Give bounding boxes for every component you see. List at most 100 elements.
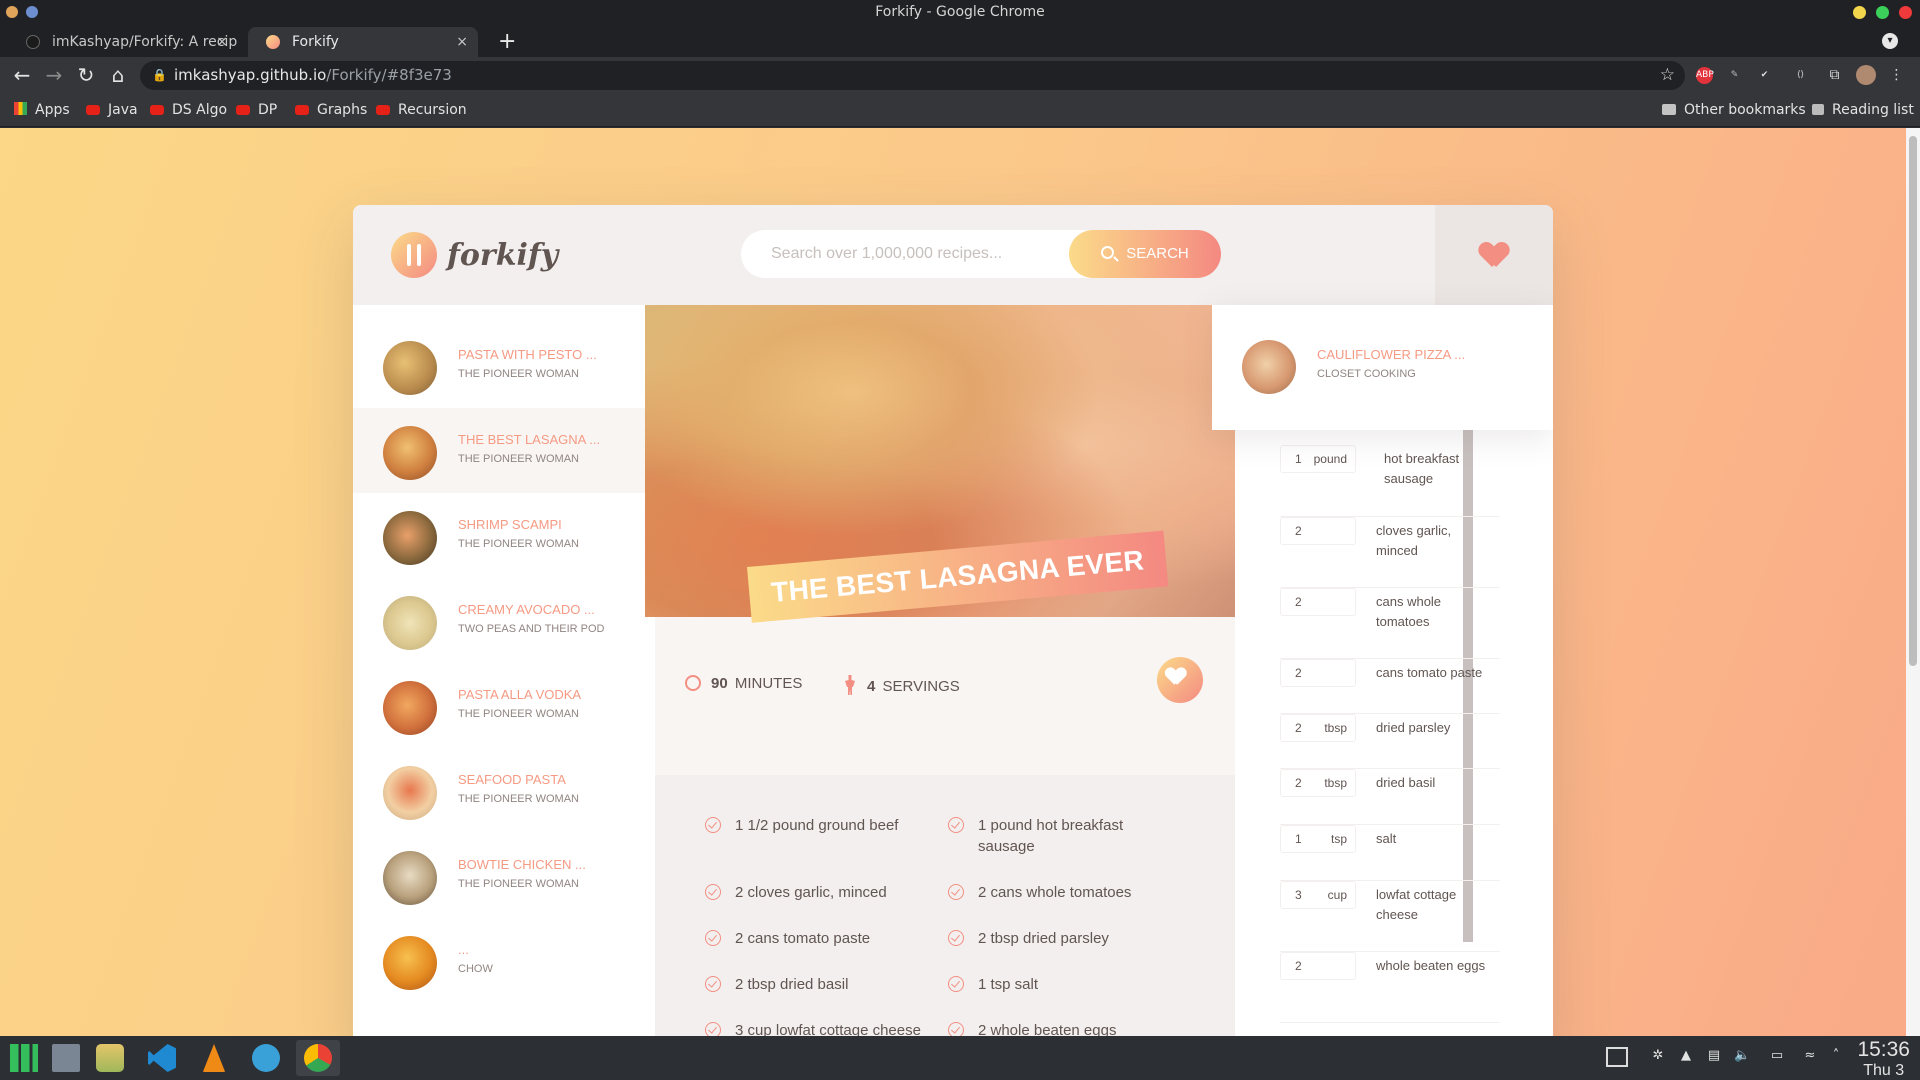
- volume-icon[interactable]: 🔈: [1734, 1048, 1750, 1064]
- extension-icon[interactable]: ⟨⟩: [1792, 67, 1809, 84]
- bookmark-star-icon[interactable]: ☆: [1660, 61, 1675, 90]
- tab-label: imKashyap/Forkify: A recipe a: [52, 34, 238, 50]
- tab-search-icon[interactable]: ▾: [1882, 33, 1898, 49]
- result-item[interactable]: PASTA WITH PESTO ... THE PIONEER WOMAN: [353, 323, 655, 408]
- pen-extension-icon[interactable]: ✎: [1726, 67, 1743, 84]
- result-item[interactable]: CREAMY AVOCADO ... TWO PEAS AND THEIR PO…: [353, 578, 655, 663]
- page-viewport: forkify SEARCH PASTA WITH PESTO ... THE …: [0, 128, 1920, 1036]
- shopping-count-input[interactable]: 2: [1280, 659, 1356, 687]
- result-item[interactable]: SEAFOOD PASTA THE PIONEER WOMAN: [353, 748, 655, 833]
- new-tab-button[interactable]: +: [498, 29, 516, 55]
- maximize-button[interactable]: [1876, 6, 1889, 19]
- heart-icon: [1480, 243, 1508, 269]
- browser-toolbar: ← → ↻ ⌂ 🔒 imkashyap.github.io/Forkify/#8…: [0, 57, 1920, 93]
- notifications-icon[interactable]: ✲: [1650, 1048, 1666, 1064]
- logo[interactable]: forkify: [391, 232, 558, 278]
- taskbar-vlc[interactable]: [192, 1040, 236, 1076]
- tab-github[interactable]: imKashyap/Forkify: A recipe a ×: [8, 27, 238, 57]
- home-icon[interactable]: ⌂: [106, 63, 130, 87]
- bookmark-thumbnail: [1242, 340, 1296, 394]
- result-title: BOWTIE CHICKEN ...: [458, 857, 586, 872]
- bookmarks-button[interactable]: [1435, 205, 1553, 305]
- github-icon: [26, 35, 40, 49]
- ingredient-item: 2 cloves garlic, minced: [705, 882, 925, 903]
- check-icon: [948, 930, 964, 946]
- wifi-icon[interactable]: ≈: [1802, 1048, 1818, 1064]
- check-icon: [705, 817, 721, 833]
- ingredient-item: 2 whole beaten eggs: [948, 1020, 1168, 1036]
- page-scrollbar[interactable]: [1906, 128, 1920, 1036]
- shopping-count-input[interactable]: 3 cup: [1280, 881, 1356, 909]
- tab-close-icon[interactable]: ×: [456, 27, 468, 57]
- browser-menu-icon[interactable]: ⋮: [1888, 67, 1905, 84]
- show-desktop-icon[interactable]: [1606, 1047, 1628, 1067]
- shopping-item: 2 cans whole tomatoes: [1280, 588, 1500, 659]
- bookmark-dp[interactable]: DP: [236, 101, 277, 119]
- bookmark-ds-algo[interactable]: DS Algo: [150, 101, 227, 119]
- like-recipe-button[interactable]: [1157, 657, 1203, 703]
- youtube-icon: [236, 105, 250, 115]
- tray-expand-icon[interactable]: ˄: [1828, 1048, 1844, 1064]
- shopping-item: 1 pound hot breakfast sausage: [1280, 445, 1500, 517]
- shopping-item-desc: cans whole tomatoes: [1376, 594, 1442, 629]
- other-bookmarks[interactable]: Other bookmarks: [1662, 101, 1806, 119]
- search-input[interactable]: [771, 242, 1071, 266]
- search-button[interactable]: SEARCH: [1069, 230, 1221, 278]
- result-item[interactable]: THE BEST LASAGNA ... THE PIONEER WOMAN: [353, 408, 655, 493]
- check-icon: [705, 976, 721, 992]
- result-item[interactable]: ... CHOW: [353, 918, 655, 1003]
- result-publisher: THE PIONEER WOMAN: [458, 878, 580, 890]
- apps-grid-icon: [14, 102, 27, 115]
- extension-icon[interactable]: ✔: [1756, 67, 1773, 84]
- clipboard-icon[interactable]: ▤: [1706, 1048, 1722, 1064]
- shopping-count-input[interactable]: 1 tsp: [1280, 825, 1356, 853]
- youtube-icon: [295, 105, 309, 115]
- reading-list[interactable]: Reading list: [1812, 101, 1914, 119]
- result-item[interactable]: PASTA ALLA VODKA THE PIONEER WOMAN: [353, 663, 655, 748]
- tab-forkify[interactable]: Forkify ×: [248, 27, 478, 57]
- minimize-button[interactable]: [1853, 6, 1866, 19]
- shopping-count-input[interactable]: 1 pound: [1280, 445, 1356, 473]
- scrollbar-thumb[interactable]: [1909, 136, 1917, 666]
- recipe-view: THE BEST LASAGNA EVER 90 MINUTES 4 SERVI…: [645, 305, 1239, 1036]
- vpn-icon[interactable]: ▲: [1678, 1048, 1694, 1064]
- forward-arrow-icon[interactable]: →: [42, 63, 66, 87]
- profile-avatar[interactable]: [1856, 65, 1876, 85]
- shopping-count-input[interactable]: 2 tbsp: [1280, 714, 1356, 742]
- adblock-extension-icon[interactable]: ABP: [1696, 67, 1714, 84]
- taskbar-vscode[interactable]: [140, 1040, 184, 1076]
- taskbar: ✲ ▲ ▤ 🔈 ▭ ≈ ˄ 15:36 Thu 3: [0, 1036, 1920, 1080]
- vlc-icon: [202, 1044, 226, 1072]
- taskbar-app[interactable]: [244, 1040, 288, 1076]
- puzzle-extensions-icon[interactable]: ⧉: [1826, 67, 1843, 84]
- address-bar[interactable]: 🔒 imkashyap.github.io/Forkify/#8f3e73 ☆: [140, 61, 1685, 90]
- search-results: PASTA WITH PESTO ... THE PIONEER WOMAN T…: [353, 305, 655, 1036]
- shopping-count-input[interactable]: 2: [1280, 952, 1356, 980]
- reload-icon[interactable]: ↻: [74, 63, 98, 87]
- tab-close-icon[interactable]: ×: [216, 27, 228, 57]
- shopping-count-input[interactable]: 2: [1280, 517, 1356, 545]
- shopping-count-input[interactable]: 2: [1280, 588, 1356, 616]
- check-icon: [705, 1022, 721, 1036]
- taskbar-desktop[interactable]: [44, 1040, 88, 1076]
- window-app-icons: [6, 6, 38, 18]
- result-item[interactable]: BOWTIE CHICKEN ... THE PIONEER WOMAN: [353, 833, 655, 918]
- start-menu-button[interactable]: [2, 1040, 46, 1076]
- bookmark-apps[interactable]: Apps: [14, 101, 70, 119]
- recipe-servings-label: SERVINGS: [882, 678, 960, 695]
- bookmark-recursion[interactable]: Recursion: [376, 101, 467, 119]
- battery-icon[interactable]: ▭: [1766, 1048, 1788, 1064]
- back-arrow-icon[interactable]: ←: [10, 63, 34, 87]
- shopping-count-input[interactable]: 2 tbsp: [1280, 769, 1356, 797]
- taskbar-files[interactable]: [88, 1040, 132, 1076]
- check-icon: [948, 1022, 964, 1036]
- close-window-button[interactable]: [1899, 6, 1912, 19]
- recipe-servings-count: 4: [867, 678, 876, 695]
- bookmark-graphs[interactable]: Graphs: [295, 101, 367, 119]
- bookmark-java[interactable]: Java: [86, 101, 138, 119]
- clock[interactable]: 15:36 Thu 3: [1857, 1038, 1910, 1080]
- taskbar-chrome[interactable]: [296, 1040, 340, 1076]
- app-header: forkify SEARCH: [353, 205, 1553, 305]
- recipe-time: 90 MINUTES: [685, 675, 802, 692]
- result-item[interactable]: SHRIMP SCAMPI THE PIONEER WOMAN: [353, 493, 655, 578]
